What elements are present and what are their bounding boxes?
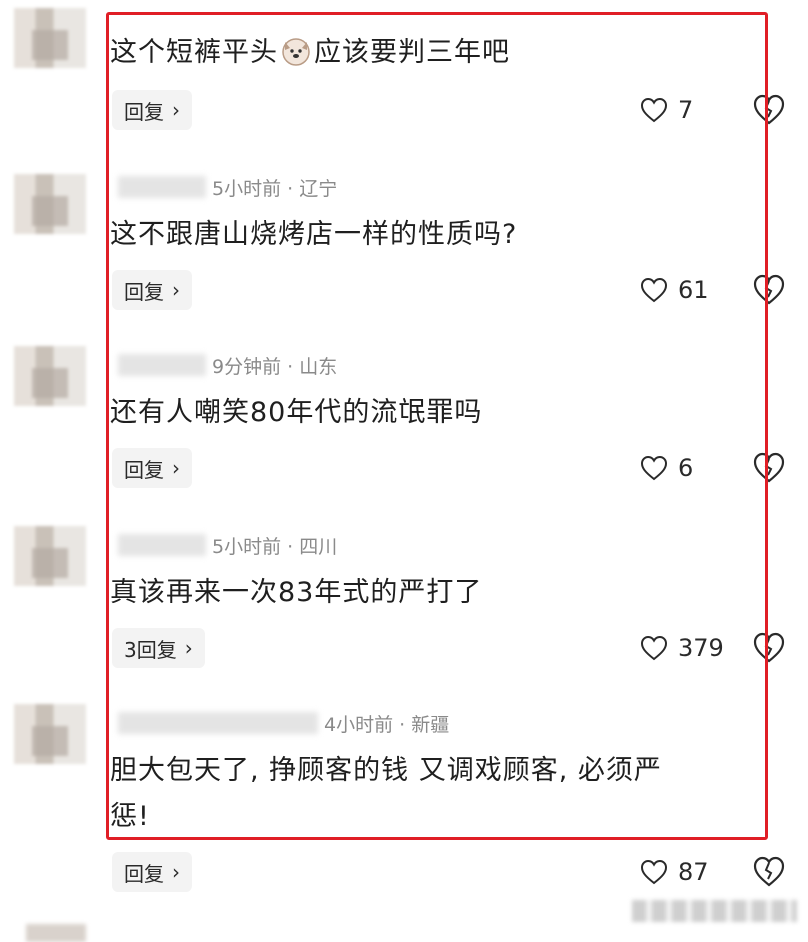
chevron-right-icon: › xyxy=(172,98,180,122)
comment-meta: 5小时前 · 辽宁 xyxy=(118,174,337,200)
reply-button[interactable]: 回复 › xyxy=(112,270,192,310)
comment-location: · 四川 xyxy=(287,535,338,558)
broken-heart-icon[interactable] xyxy=(752,631,786,665)
comment-location: · 辽宁 xyxy=(287,177,338,200)
reply-label: 回复 xyxy=(124,861,164,886)
reply-label: 回复 xyxy=(124,279,164,304)
comment-item: 这个短裤平头 应该要判三年吧 回复 › 7 xyxy=(0,0,808,180)
avatar[interactable] xyxy=(26,924,86,942)
reply-button[interactable]: 回复 › xyxy=(112,852,192,892)
like-button[interactable]: 6 xyxy=(640,448,693,488)
avatar[interactable] xyxy=(14,174,86,234)
like-count: 87 xyxy=(678,858,709,886)
reply-label: 回复 xyxy=(124,99,164,124)
chevron-right-icon: › xyxy=(184,636,193,660)
comment-item: 5小时前 · 辽宁 这不跟唐山烧烤店一样的性质吗? 回复 › 61 xyxy=(0,168,808,348)
reply-label: 回复 xyxy=(124,457,164,482)
comment-item: 4小时前 · 新疆 胆大包天了, 挣顾客的钱 又调戏顾客, 必须严 惩! 回复 ›… xyxy=(0,704,808,914)
heart-icon xyxy=(640,455,668,481)
comment-text: 还有人嘲笑80年代的流氓罪吗 xyxy=(110,397,483,428)
reply-button[interactable]: 回复 › xyxy=(112,90,192,130)
reply-button[interactable]: 3回复 › xyxy=(112,628,205,668)
like-count: 7 xyxy=(678,96,694,124)
comment-meta: 9分钟前 · 山东 xyxy=(118,352,337,378)
comment-text-part: 应该要判三年吧 xyxy=(314,37,510,68)
dog-emoji-icon xyxy=(282,38,310,66)
comment-text-part: 这个短裤平头 xyxy=(110,37,278,68)
avatar[interactable] xyxy=(14,8,86,68)
like-count: 6 xyxy=(678,454,694,482)
avatar[interactable] xyxy=(14,346,86,406)
username-blurred xyxy=(118,354,206,376)
chevron-right-icon: › xyxy=(172,278,180,302)
comment-location: · 山东 xyxy=(287,355,338,378)
comment-text: 这不跟唐山烧烤店一样的性质吗? xyxy=(110,219,518,250)
comment-item: 5小时前 · 四川 真该再来一次83年式的严打了 3回复 › 379 xyxy=(0,526,808,706)
broken-heart-icon[interactable] xyxy=(752,273,786,307)
chevron-right-icon: › xyxy=(172,456,180,480)
comment-text-line: 惩! xyxy=(110,801,150,832)
reply-label: 3回复 xyxy=(124,637,177,662)
like-button[interactable]: 7 xyxy=(640,90,693,130)
heart-icon xyxy=(640,859,668,885)
comment-time: 5小时前 xyxy=(212,535,282,558)
comment-meta: 5小时前 · 四川 xyxy=(118,532,337,558)
comment-time: 9分钟前 xyxy=(212,355,282,378)
heart-icon xyxy=(640,277,668,303)
comment-time: 4小时前 xyxy=(324,713,394,736)
chevron-right-icon: › xyxy=(172,860,180,884)
broken-heart-icon[interactable] xyxy=(752,855,786,889)
comment-meta: 4小时前 · 新疆 xyxy=(118,710,449,736)
avatar[interactable] xyxy=(14,526,86,586)
like-count: 379 xyxy=(678,634,724,662)
heart-icon xyxy=(640,635,668,661)
watermark xyxy=(632,900,797,922)
username-blurred xyxy=(118,534,206,556)
comment-text: 这个短裤平头 应该要判三年吧 xyxy=(110,30,510,69)
comment-time: 5小时前 xyxy=(212,177,282,200)
comment-item: 9分钟前 · 山东 还有人嘲笑80年代的流氓罪吗 回复 › 6 xyxy=(0,346,808,526)
reply-button[interactable]: 回复 › xyxy=(112,448,192,488)
like-count: 61 xyxy=(678,276,709,304)
like-button[interactable]: 87 xyxy=(640,852,709,892)
avatar[interactable] xyxy=(14,704,86,764)
username-blurred xyxy=(118,176,206,198)
like-button[interactable]: 61 xyxy=(640,270,709,310)
heart-icon xyxy=(640,97,668,123)
comment-text-line: 胆大包天了, 挣顾客的钱 又调戏顾客, 必须严 xyxy=(110,755,662,786)
username-blurred xyxy=(118,712,318,734)
broken-heart-icon[interactable] xyxy=(752,93,786,127)
comment-text: 真该再来一次83年式的严打了 xyxy=(110,577,483,608)
comment-location: · 新疆 xyxy=(399,713,450,736)
like-button[interactable]: 379 xyxy=(640,628,724,668)
broken-heart-icon[interactable] xyxy=(752,451,786,485)
